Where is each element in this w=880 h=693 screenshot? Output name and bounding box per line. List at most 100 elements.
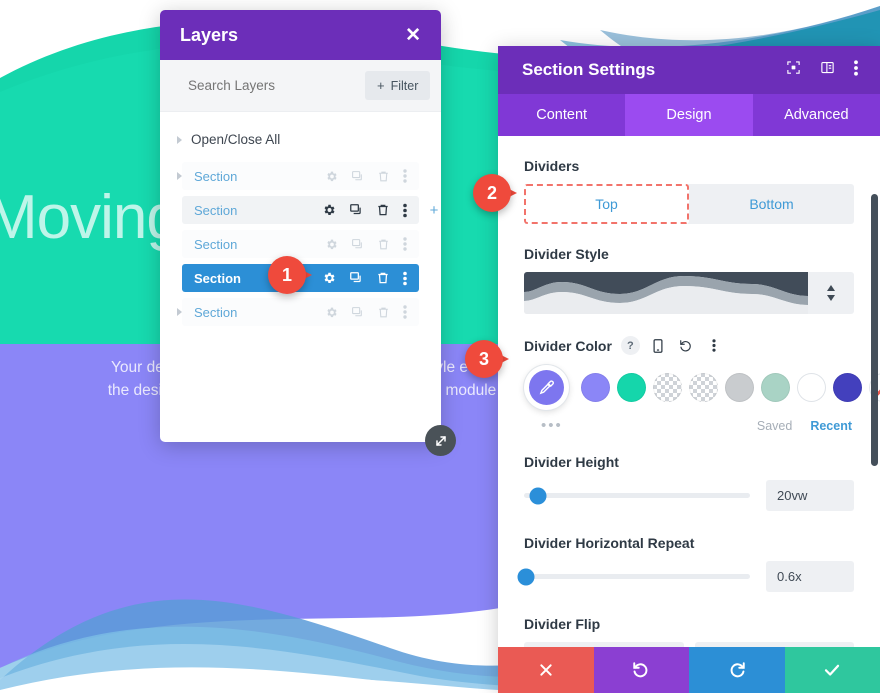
trash-icon[interactable] (376, 271, 390, 285)
chevron-right-icon (177, 135, 182, 144)
cancel-button[interactable] (498, 647, 594, 693)
tab-design[interactable]: Design (625, 94, 753, 136)
divider-horizontal-repeat-slider[interactable] (517, 568, 750, 585)
list-item-label: Section (194, 202, 238, 218)
trash-icon[interactable] (377, 306, 390, 319)
gear-icon[interactable] (325, 238, 338, 251)
list-item-label: Section (194, 304, 238, 320)
row-action-icons (325, 305, 407, 319)
row-action-icons (322, 271, 407, 286)
layer-pill[interactable]: Section (182, 162, 419, 190)
list-item[interactable]: Section + (160, 162, 441, 190)
list-item[interactable]: Section + (160, 298, 441, 326)
filter-button-label: Filter (390, 78, 419, 93)
divider-bottom-option[interactable]: Bottom (689, 184, 854, 224)
gear-icon[interactable] (325, 306, 338, 319)
divider-horizontal-repeat-value[interactable]: 0.6x (766, 561, 854, 592)
undo-icon (633, 662, 648, 678)
divider-height-label: Divider Height (524, 454, 619, 470)
help-icon[interactable]: ? (620, 336, 640, 355)
page-title: Section Settings (522, 60, 656, 79)
redo-button[interactable] (689, 647, 785, 693)
gear-icon[interactable] (322, 203, 336, 217)
fullscreen-icon[interactable] (786, 60, 801, 80)
callout-badge-1: 1 (268, 256, 312, 294)
list-item[interactable]: Section + (160, 196, 441, 224)
up-down-arrows-icon[interactable] (808, 272, 854, 314)
duplicate-icon[interactable] (351, 170, 364, 183)
dividers-toggle-group: Top Bottom (524, 184, 854, 224)
resize-diagonal-icon[interactable] (425, 425, 456, 456)
more-vertical-icon[interactable] (854, 59, 858, 81)
more-vertical-icon[interactable] (403, 271, 407, 286)
color-swatch-white[interactable] (797, 373, 826, 402)
duplicate-icon[interactable] (349, 203, 363, 217)
recent-colors-tab[interactable]: Recent (810, 419, 852, 433)
more-vertical-icon[interactable] (403, 305, 407, 319)
settings-scroll-area: Dividers Top Bottom Divider Style Divide… (498, 136, 880, 647)
duplicate-icon[interactable] (351, 306, 364, 319)
trash-icon[interactable] (376, 203, 390, 217)
layer-pill[interactable]: Section (182, 196, 419, 224)
close-icon[interactable]: ✕ (405, 26, 421, 45)
more-vertical-icon[interactable] (403, 237, 407, 251)
divider-height-slider[interactable] (524, 487, 750, 504)
split-view-icon[interactable] (820, 60, 835, 80)
layers-panel-header: Layers ✕ (160, 10, 441, 60)
divider-height-value[interactable]: 20vw (766, 480, 854, 511)
settings-header-icons (786, 59, 858, 81)
list-item[interactable]: Section + (160, 230, 441, 258)
color-swatch-teal[interactable] (617, 373, 646, 402)
gear-icon[interactable] (325, 170, 338, 183)
settings-header: Section Settings (498, 46, 880, 94)
eyedropper-icon (529, 370, 564, 405)
divider-horizontal-repeat-label: Divider Horizontal Repeat (524, 535, 695, 551)
add-layer-button[interactable]: + (427, 202, 441, 219)
search-input[interactable] (188, 78, 365, 93)
callout-number: 2 (473, 174, 511, 212)
saved-colors-tab[interactable]: Saved (757, 419, 792, 433)
color-swatch-transparent[interactable] (653, 373, 682, 402)
divider-height-control: 20vw (524, 480, 854, 511)
color-swatch-gray[interactable] (725, 373, 754, 402)
more-options-icon[interactable]: ••• (541, 417, 563, 434)
wave-divider-preview (524, 272, 808, 314)
divider-style-select[interactable] (524, 272, 854, 314)
gear-icon[interactable] (322, 271, 336, 285)
tab-advanced[interactable]: Advanced (753, 94, 880, 136)
color-swatch-indigo[interactable] (833, 373, 862, 402)
divider-top-option[interactable]: Top (524, 184, 689, 224)
tab-content[interactable]: Content (498, 94, 625, 136)
trash-icon[interactable] (377, 170, 390, 183)
layer-pill[interactable]: Section (182, 298, 419, 326)
reset-icon[interactable] (677, 336, 696, 355)
divider-color-label: Divider Color ? (524, 336, 854, 355)
layers-search-bar: + Filter (160, 60, 441, 112)
settings-scrollbar[interactable] (871, 194, 878, 466)
filter-button[interactable]: + Filter (365, 71, 431, 100)
trash-icon[interactable] (377, 238, 390, 251)
settings-tabs: Content Design Advanced (498, 94, 880, 136)
active-color-swatch[interactable] (524, 365, 569, 410)
row-action-icons (322, 203, 407, 218)
open-close-all-toggle[interactable]: Open/Close All (160, 132, 441, 147)
duplicate-icon[interactable] (349, 271, 363, 285)
save-button[interactable] (784, 647, 880, 693)
responsive-icon[interactable] (649, 336, 668, 355)
color-swatch-mint[interactable] (761, 373, 790, 402)
undo-button[interactable] (593, 647, 689, 693)
more-vertical-icon[interactable] (403, 169, 407, 183)
slider-knob[interactable] (517, 568, 535, 585)
layer-pill[interactable]: Section (182, 230, 419, 258)
more-vertical-icon[interactable] (705, 336, 724, 355)
slider-knob[interactable] (529, 487, 547, 504)
section-settings-panel: Section Settings Content Design Advanced… (498, 46, 880, 693)
row-action-icons (325, 169, 407, 183)
callout-badge-2: 2 (473, 174, 517, 212)
more-vertical-icon[interactable] (403, 203, 407, 218)
duplicate-icon[interactable] (351, 238, 364, 251)
screen: Moving Div Your design can be set inline… (0, 0, 880, 693)
color-swatch-transparent[interactable] (689, 373, 718, 402)
color-swatch-periwinkle[interactable] (581, 373, 610, 402)
check-icon (825, 664, 840, 676)
